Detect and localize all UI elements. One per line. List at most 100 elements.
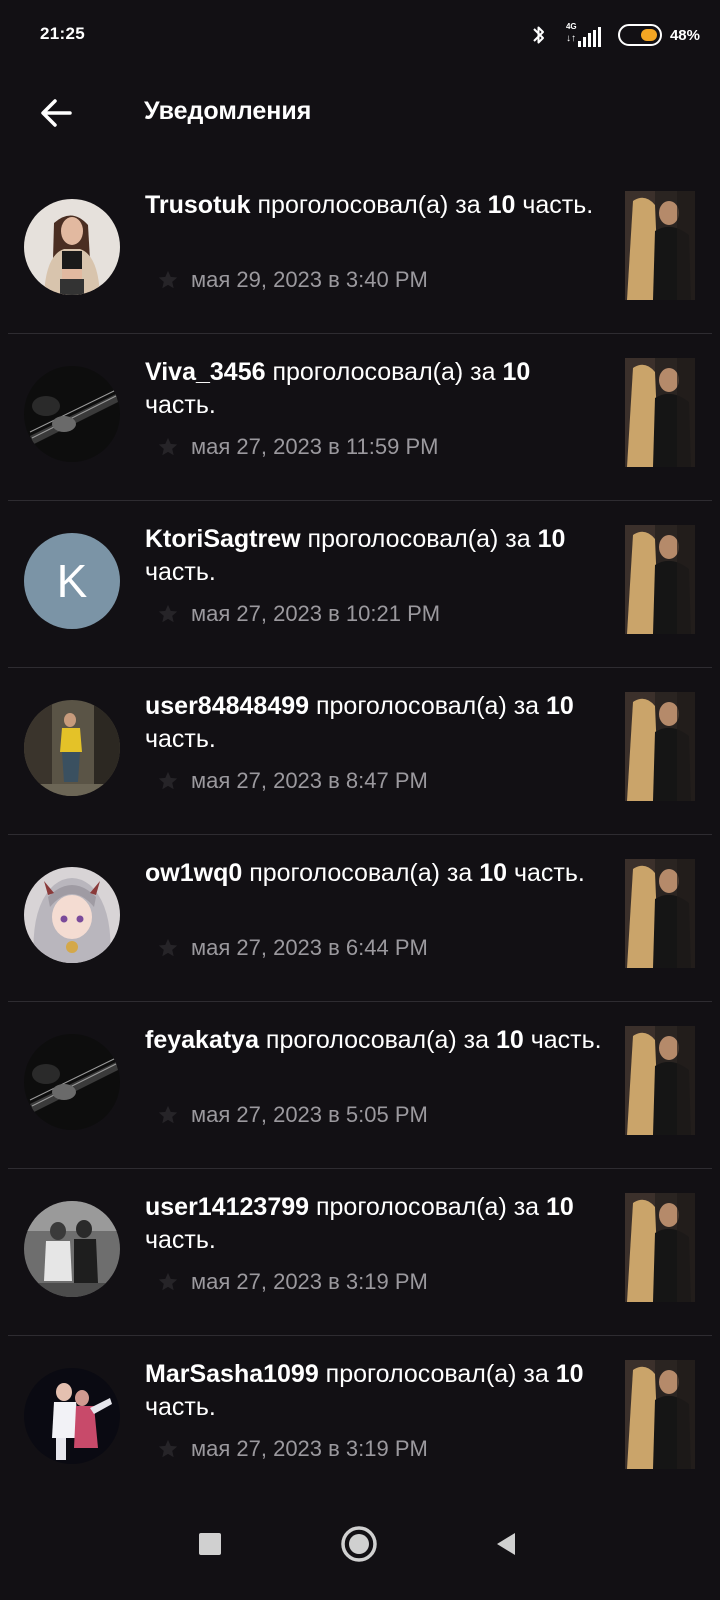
star-icon (158, 771, 178, 790)
arrow-left-icon (41, 99, 72, 127)
chapter-suffix: часть. (145, 1226, 216, 1254)
star-icon (158, 1439, 178, 1458)
star-icon (158, 604, 178, 623)
chapter-number: 10 (479, 859, 508, 887)
notification-meta: мая 27, 2023 в 5:05 PM (157, 1102, 428, 1128)
chapter-suffix: часть. (507, 859, 585, 887)
notifications-list: Trusotuk проголосовал(а) за 10 часть. ма… (0, 167, 720, 1503)
system-nav-bar (0, 1490, 720, 1600)
chapter-suffix: часть. (523, 1026, 602, 1054)
star-icon (158, 437, 178, 456)
status-icons: 4G ↓↑ 48% (530, 20, 700, 50)
action-text: проголосовал(а) за (309, 1193, 547, 1221)
user-avatar[interactable]: K (24, 533, 120, 629)
username[interactable]: Trusotuk (145, 191, 251, 219)
chapter-number: 10 (555, 1360, 584, 1388)
notification-text: KtoriSagtrew проголосовал(а) за 10 часть… (145, 523, 607, 589)
timestamp: мая 27, 2023 в 11:59 PM (191, 434, 439, 459)
chapter-number: 10 (537, 525, 566, 553)
username[interactable]: user14123799 (145, 1193, 309, 1221)
notification-meta: мая 27, 2023 в 11:59 PM (157, 434, 438, 460)
action-text: проголосовал(а) за (250, 191, 488, 219)
notification-meta: мая 29, 2023 в 3:40 PM (157, 267, 428, 293)
notification-item[interactable]: K KtoriSagtrew проголосовал(а) за 10 час… (0, 501, 720, 668)
notification-item[interactable]: Viva_3456 проголосовал(а) за 10 часть. м… (0, 334, 720, 501)
user-avatar[interactable] (24, 1201, 120, 1297)
story-cover-thumbnail[interactable] (625, 859, 695, 968)
home-circle-icon (341, 1526, 377, 1562)
bluetooth-icon (533, 26, 544, 44)
star-icon (158, 938, 178, 957)
page-title: Уведомления (144, 97, 312, 125)
network-arrows: ↓↑ (565, 33, 576, 44)
story-cover-thumbnail[interactable] (625, 1193, 695, 1302)
action-text: проголосовал(а) за (265, 358, 503, 386)
notification-item[interactable]: user84848499 проголосовал(а) за 10 часть… (0, 668, 720, 835)
username[interactable]: MarSasha1099 (145, 1360, 319, 1388)
story-cover-thumbnail[interactable] (625, 191, 695, 300)
back-button[interactable] (34, 91, 78, 135)
notification-text: user84848499 проголосовал(а) за 10 часть… (145, 690, 607, 756)
username[interactable]: Viva_3456 (145, 358, 266, 386)
battery-percent: 48% (669, 26, 700, 44)
chapter-number: 10 (495, 1026, 524, 1054)
notification-meta: мая 27, 2023 в 3:19 PM (157, 1269, 428, 1295)
user-avatar[interactable] (24, 867, 120, 963)
status-bar: 21:25 4G ↓↑ 48% (0, 0, 720, 70)
timestamp: мая 27, 2023 в 5:05 PM (191, 1102, 428, 1127)
action-text: проголосовал(а) за (318, 1360, 556, 1388)
status-time: 21:25 (40, 24, 85, 43)
notification-item[interactable]: user14123799 проголосовал(а) за 10 часть… (0, 1169, 720, 1336)
star-icon (158, 1272, 178, 1291)
avatar-letter: K (24, 533, 120, 629)
story-cover-thumbnail[interactable] (625, 692, 695, 801)
back-triangle-icon (497, 1533, 515, 1555)
timestamp: мая 27, 2023 в 3:19 PM (191, 1269, 428, 1294)
username[interactable]: feyakatya (145, 1026, 259, 1054)
story-cover-thumbnail[interactable] (625, 1360, 695, 1469)
action-text: проголосовал(а) за (309, 692, 547, 720)
system-back-button[interactable] (484, 1522, 528, 1566)
chapter-number: 10 (546, 1193, 574, 1221)
chapter-suffix: часть. (515, 191, 594, 219)
notification-item[interactable]: Trusotuk проголосовал(а) за 10 часть. ма… (0, 167, 720, 334)
notification-text: user14123799 проголосовал(а) за 10 часть… (145, 1191, 607, 1257)
chapter-suffix: часть. (145, 558, 216, 586)
chapter-suffix: часть. (145, 391, 216, 419)
chapter-number: 10 (487, 191, 516, 219)
app-bar: Уведомления (0, 75, 720, 155)
notification-text: Viva_3456 проголосовал(а) за 10 часть. (145, 356, 607, 422)
timestamp: мая 27, 2023 в 3:19 PM (191, 1436, 428, 1461)
story-cover-thumbnail[interactable] (625, 1026, 695, 1135)
story-cover-thumbnail[interactable] (625, 525, 695, 634)
user-avatar[interactable] (24, 1034, 120, 1130)
recents-button[interactable] (188, 1522, 232, 1566)
notification-text: Trusotuk проголосовал(а) за 10 часть. (145, 189, 607, 222)
notification-item[interactable]: ow1wq0 проголосовал(а) за 10 часть. мая … (0, 835, 720, 1002)
username[interactable]: ow1wq0 (145, 859, 242, 887)
notification-text: feyakatya проголосовал(а) за 10 часть. (145, 1024, 607, 1057)
notification-text: ow1wq0 проголосовал(а) за 10 часть. (145, 857, 607, 890)
timestamp: мая 29, 2023 в 3:40 PM (191, 267, 428, 292)
username[interactable]: user84848499 (145, 692, 309, 720)
chapter-number: 10 (546, 692, 574, 720)
story-cover-thumbnail[interactable] (625, 358, 695, 467)
timestamp: мая 27, 2023 в 10:21 PM (191, 601, 441, 626)
home-button[interactable] (337, 1522, 381, 1566)
user-avatar[interactable] (24, 1368, 120, 1464)
user-avatar[interactable] (24, 700, 120, 796)
user-avatar[interactable] (24, 199, 120, 295)
notification-meta: мая 27, 2023 в 10:21 PM (157, 601, 440, 627)
action-text: проголосовал(а) за (300, 525, 538, 553)
action-text: проголосовал(а) за (258, 1026, 496, 1054)
notification-item[interactable]: feyakatya проголосовал(а) за 10 часть. м… (0, 1002, 720, 1169)
chapter-suffix: часть. (145, 1393, 216, 1421)
battery-icon (617, 24, 662, 46)
notification-item[interactable]: MarSasha1099 проголосовал(а) за 10 часть… (0, 1336, 720, 1503)
user-avatar[interactable] (24, 366, 120, 462)
username[interactable]: KtoriSagtrew (145, 525, 301, 553)
star-icon (158, 1105, 178, 1124)
notification-meta: мая 27, 2023 в 8:47 PM (157, 768, 428, 794)
notification-text: MarSasha1099 проголосовал(а) за 10 часть… (145, 1358, 607, 1424)
notification-meta: мая 27, 2023 в 6:44 PM (157, 935, 428, 961)
